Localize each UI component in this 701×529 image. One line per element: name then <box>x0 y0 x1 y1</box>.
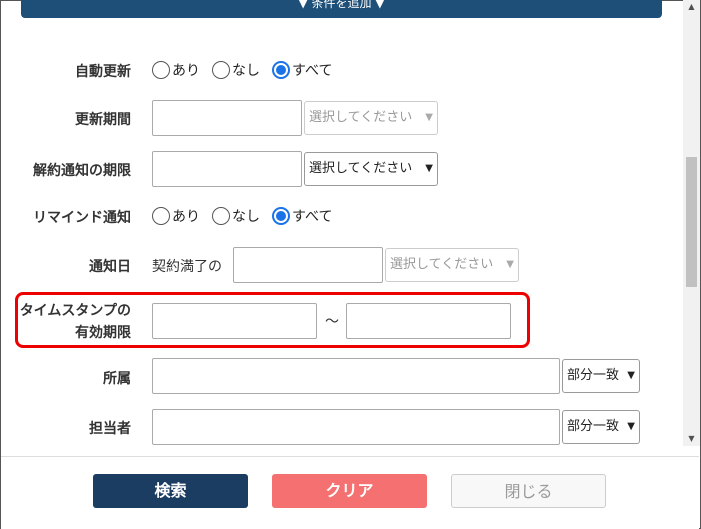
renewal-period-select[interactable]: 選択してください ▼ <box>304 101 438 135</box>
radio-label: なし <box>232 209 260 225</box>
cancel-notice-select[interactable]: 選択してください ▼ <box>304 152 438 186</box>
auto-renewal-radio-all[interactable] <box>272 61 290 79</box>
chevron-down-icon: ▼ <box>425 163 433 174</box>
chevron-down-icon: ▼ <box>425 112 433 123</box>
clear-button[interactable]: クリア <box>272 474 427 508</box>
radio-label: あり <box>172 209 200 225</box>
owner-match-select[interactable]: 部分一致 ▼ <box>562 410 640 444</box>
department-label: 所属 <box>103 371 131 387</box>
remind-radio-yes[interactable] <box>152 207 170 225</box>
select-value: 部分一致 <box>567 419 620 434</box>
scroll-up-arrow-icon[interactable]: ▲ <box>683 0 700 14</box>
remind-radio-all[interactable] <box>272 207 290 225</box>
highlight-box <box>15 292 530 348</box>
select-value: 部分一致 <box>567 368 620 383</box>
select-value: 選択してください <box>390 257 494 272</box>
radio-label: すべて <box>292 209 333 225</box>
search-button[interactable]: 検索 <box>93 474 248 508</box>
chevron-down-icon: ▼ <box>627 421 635 432</box>
notice-date-input[interactable] <box>233 247 383 283</box>
chevron-down-icon: ▼ <box>506 259 514 270</box>
radio-label: あり <box>172 63 200 79</box>
renewal-period-label: 更新期間 <box>75 112 131 128</box>
notice-date-label: 通知日 <box>89 259 131 275</box>
add-condition-button[interactable]: ▼ 条件を追加 ▼ <box>21 0 662 18</box>
department-input[interactable] <box>152 358 560 394</box>
cancel-notice-label: 解約通知の期限 <box>33 163 131 179</box>
radio-label: すべて <box>292 63 333 79</box>
scrollbar-thumb[interactable] <box>686 157 697 287</box>
auto-renewal-radio-group: あり なし すべて <box>152 60 344 80</box>
auto-renewal-radio-yes[interactable] <box>152 61 170 79</box>
remind-notice-radio-group: あり なし すべて <box>152 206 344 226</box>
notice-date-select[interactable]: 選択してください ▼ <box>385 248 519 282</box>
renewal-period-input[interactable] <box>152 100 302 136</box>
owner-input[interactable] <box>152 409 560 445</box>
select-value: 選択してください <box>309 110 413 125</box>
owner-label: 担当者 <box>89 421 131 437</box>
auto-renewal-radio-no[interactable] <box>212 61 230 79</box>
remind-notice-label: リマインド通知 <box>33 210 131 226</box>
close-button[interactable]: 閉じる <box>451 474 606 508</box>
notice-date-prefix: 契約満了の <box>152 259 222 275</box>
select-value: 選択してください <box>309 161 413 176</box>
radio-label: なし <box>232 63 260 79</box>
remind-radio-no[interactable] <box>212 207 230 225</box>
auto-renewal-label: 自動更新 <box>75 64 131 80</box>
chevron-down-icon: ▼ <box>627 370 635 381</box>
cancel-notice-input[interactable] <box>152 151 302 187</box>
scroll-down-arrow-icon[interactable]: ▼ <box>683 432 700 446</box>
department-match-select[interactable]: 部分一致 ▼ <box>562 359 640 393</box>
